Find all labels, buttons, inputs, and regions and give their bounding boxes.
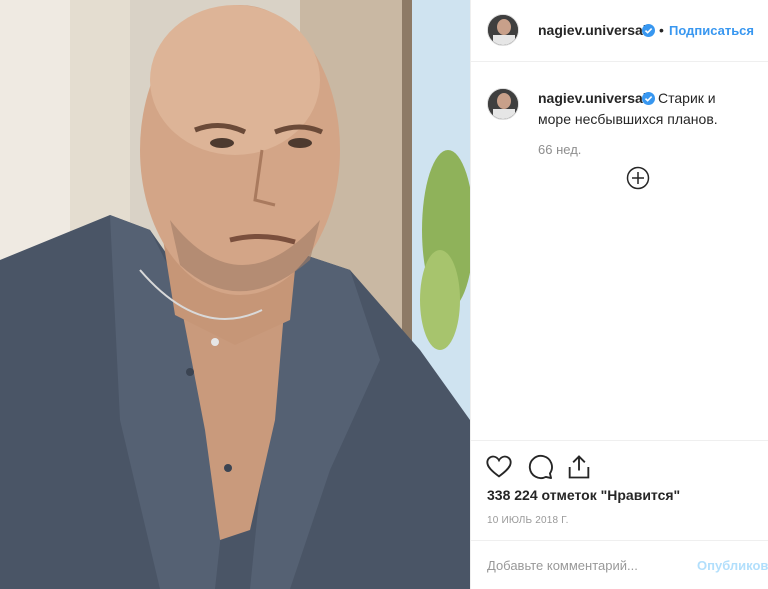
post-photo[interactable] xyxy=(0,0,470,589)
follow-button[interactable]: Подписаться xyxy=(669,23,754,38)
comment-bar: Добавьте комментарий... Опубликовать xyxy=(471,540,768,589)
comment-icon[interactable] xyxy=(526,453,554,481)
post-side-panel: nagiev.universal • Подписаться nagiev.un… xyxy=(470,0,768,589)
comment-input[interactable]: Добавьте комментарий... xyxy=(487,558,638,573)
add-icon[interactable] xyxy=(626,166,650,190)
post-date: 10 ИЮЛЬ 2018 Г. xyxy=(487,515,569,526)
post-image xyxy=(0,0,470,589)
header-username[interactable]: nagiev.universal xyxy=(538,22,647,38)
avatar[interactable] xyxy=(487,14,519,46)
heart-icon[interactable] xyxy=(485,453,513,481)
caption-avatar[interactable] xyxy=(487,88,519,120)
separator-dot: • xyxy=(659,22,664,38)
post-time[interactable]: 66 нед. xyxy=(538,142,581,157)
caption-avatar-image xyxy=(488,89,518,119)
share-icon[interactable] xyxy=(565,453,593,481)
avatar-image xyxy=(488,15,518,45)
verified-icon xyxy=(642,24,655,37)
likes-count[interactable]: 338 224 отметок "Нравится" xyxy=(487,487,680,503)
post-header: nagiev.universal • Подписаться xyxy=(471,0,768,62)
caption-text: Старик и море несбывшихся планов. xyxy=(538,90,718,127)
publish-button[interactable]: Опубликовать xyxy=(697,558,768,573)
post-actions: 338 224 отметок "Нравится" 10 ИЮЛЬ 2018 … xyxy=(471,440,768,540)
